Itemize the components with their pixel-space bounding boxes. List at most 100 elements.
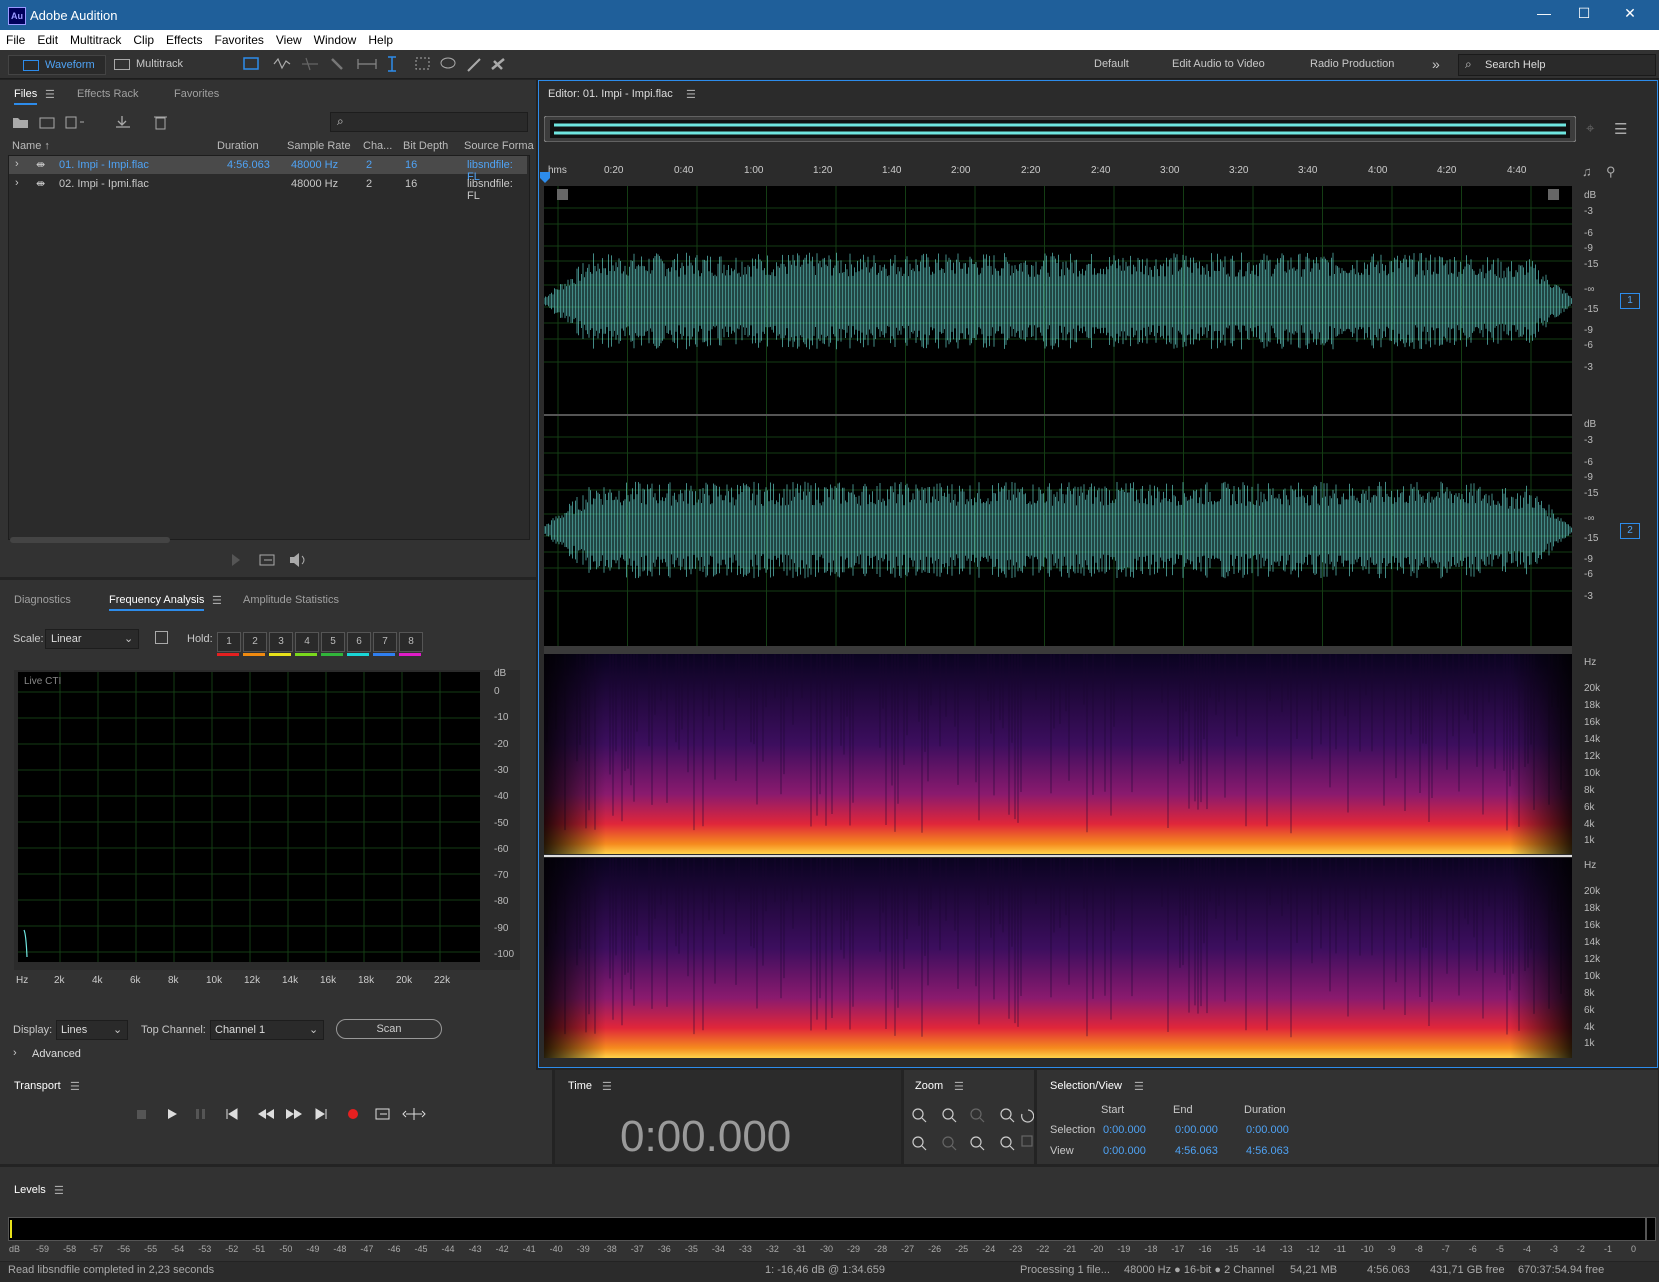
view-duration[interactable]: 4:56.063	[1246, 1145, 1289, 1157]
display-select[interactable]: Lines ⌄	[56, 1020, 128, 1040]
col-sample-rate[interactable]: Sample Rate	[287, 140, 351, 152]
menu-multitrack[interactable]: Multitrack	[64, 30, 127, 47]
maximize-button[interactable]: ☐	[1564, 5, 1604, 25]
menu-favorites[interactable]: Favorites	[209, 30, 270, 47]
col-name[interactable]: Name ↑	[12, 140, 50, 152]
edit-tools[interactable]	[236, 55, 516, 75]
hold-button-4[interactable]: 4	[295, 632, 319, 652]
view-start[interactable]: 0:00.000	[1103, 1145, 1146, 1157]
level-scale-label: -51	[252, 1244, 266, 1254]
minimize-button[interactable]: —	[1524, 5, 1564, 25]
title-bar: Au Adobe Audition — ☐ ✕	[0, 0, 1659, 30]
advanced-label[interactable]: Advanced	[32, 1048, 81, 1060]
waveform-view-button[interactable]: Waveform	[8, 55, 106, 75]
spectral-frequency-display[interactable]	[544, 654, 1572, 1058]
tab-amplitude-statistics[interactable]: Amplitude Statistics	[243, 594, 339, 606]
files-panel-menu-icon[interactable]: ☰	[45, 88, 55, 101]
channel-1-toggle[interactable]: 1	[1620, 293, 1640, 309]
editor-menu-icon[interactable]: ☰	[686, 88, 696, 101]
waveform-display[interactable]	[544, 186, 1572, 646]
playhead-icon[interactable]	[538, 170, 552, 186]
levels-menu-icon[interactable]: ☰	[54, 1184, 64, 1197]
close-button[interactable]: ✕	[1610, 5, 1650, 25]
table-row[interactable]: › ⇼ 01. Impi - Impi.flac 4:56.063 48000 …	[9, 156, 527, 183]
menu-edit[interactable]: Edit	[31, 30, 64, 47]
zoom-menu-icon[interactable]: ☰	[954, 1080, 964, 1093]
copy-icon[interactable]	[155, 631, 168, 644]
ruler-tick-label: 1:20	[813, 165, 833, 176]
top-channel-select[interactable]: Channel 1 ⌄	[210, 1020, 324, 1040]
chevron-down-icon: ⌄	[113, 1024, 123, 1036]
time-ruler[interactable]	[544, 160, 1572, 184]
tab-favorites[interactable]: Favorites	[174, 88, 219, 100]
file-name: 02. Impi - Ipmi.flac	[59, 178, 149, 190]
hold-button-8[interactable]: 8	[399, 632, 423, 652]
scale-select[interactable]: Linear ⌄	[45, 629, 139, 649]
hold-button-3[interactable]: 3	[269, 632, 293, 652]
clip-indicator[interactable]	[1646, 1217, 1656, 1241]
zoom-target-icon[interactable]: ⌖	[1586, 120, 1604, 138]
channel-2-toggle[interactable]: 2	[1620, 523, 1640, 539]
level-scale-label: -21	[1063, 1244, 1077, 1254]
menu-effects[interactable]: Effects	[160, 30, 208, 47]
files-search-input[interactable]: ⌕	[330, 112, 528, 132]
hold-button-1[interactable]: 1	[217, 632, 241, 652]
multitrack-view-button[interactable]: Multitrack	[108, 55, 208, 73]
more-workspaces-button[interactable]: »	[1432, 55, 1440, 73]
selection-view-menu-icon[interactable]: ☰	[1134, 1080, 1144, 1093]
col-bit-depth[interactable]: Bit Depth	[403, 140, 448, 152]
col-channels[interactable]: Cha...	[363, 140, 392, 152]
hz-scale-label: 4k	[1584, 819, 1595, 830]
headphones-icon[interactable]: ♫	[1582, 164, 1592, 179]
selection-duration[interactable]: 0:00.000	[1246, 1124, 1289, 1136]
pin-icon[interactable]: ⚲	[1606, 164, 1616, 180]
tab-frequency-analysis[interactable]: Frequency Analysis	[109, 594, 205, 611]
spectral-divider[interactable]	[544, 646, 1572, 654]
levels-title: Levels	[14, 1184, 46, 1196]
expand-icon[interactable]: ›	[15, 158, 19, 170]
transport-controls[interactable]	[130, 1104, 430, 1124]
workspace-default[interactable]: Default	[1094, 55, 1129, 73]
selection-end[interactable]: 0:00.000	[1175, 1124, 1218, 1136]
hold-button-6[interactable]: 6	[347, 632, 371, 652]
search-help-field[interactable]: ⌕ Search Help	[1458, 54, 1656, 76]
hold-button-2[interactable]: 2	[243, 632, 267, 652]
current-time-display[interactable]: 0:00.000	[620, 1112, 791, 1162]
analysis-panel-menu-icon[interactable]: ☰	[212, 594, 222, 607]
tab-diagnostics[interactable]: Diagnostics	[14, 594, 71, 606]
table-row[interactable]: › ⇼ 02. Impi - Ipmi.flac 48000 Hz 2 16 l…	[9, 175, 527, 202]
menu-clip[interactable]: Clip	[127, 30, 160, 47]
tab-files[interactable]: Files	[14, 88, 38, 105]
col-source-format[interactable]: Source Forma	[464, 140, 534, 152]
workspace-radio-production[interactable]: Radio Production	[1310, 55, 1394, 73]
workspace-edit-audio-to-video[interactable]: Edit Audio to Video	[1172, 55, 1265, 73]
scan-button[interactable]: Scan	[336, 1019, 442, 1039]
col-duration[interactable]: Duration	[217, 140, 259, 152]
level-scale-label: -25	[955, 1244, 969, 1254]
transport-menu-icon[interactable]: ☰	[70, 1080, 80, 1093]
menu-window[interactable]: Window	[308, 30, 363, 47]
search-icon: ⌕	[337, 114, 344, 128]
level-scale-label: -4	[1522, 1244, 1531, 1254]
file-source-format: libsndfile: FL	[467, 178, 513, 202]
time-menu-icon[interactable]: ☰	[602, 1080, 612, 1093]
files-scrollbar[interactable]	[10, 537, 170, 543]
menu-file[interactable]: File	[0, 30, 31, 47]
files-preview-controls[interactable]	[228, 550, 318, 570]
menu-view[interactable]: View	[270, 30, 308, 47]
level-scale-label: -30	[820, 1244, 834, 1254]
file-action-icons[interactable]	[10, 112, 170, 132]
list-icon[interactable]: ☰	[1614, 120, 1632, 138]
overview-bar[interactable]	[544, 116, 1576, 142]
view-end[interactable]: 4:56.063	[1175, 1145, 1218, 1157]
frequency-graph[interactable]	[18, 672, 480, 962]
selection-start[interactable]: 0:00.000	[1103, 1124, 1146, 1136]
menu-help[interactable]: Help	[362, 30, 399, 47]
expand-icon[interactable]: ›	[13, 1047, 17, 1059]
hold-button-7[interactable]: 7	[373, 632, 397, 652]
header-duration: Duration	[1244, 1104, 1286, 1116]
hold-button-5[interactable]: 5	[321, 632, 345, 652]
zoom-controls[interactable]	[904, 1104, 1034, 1154]
expand-icon[interactable]: ›	[15, 177, 19, 189]
tab-effects-rack[interactable]: Effects Rack	[77, 88, 139, 100]
